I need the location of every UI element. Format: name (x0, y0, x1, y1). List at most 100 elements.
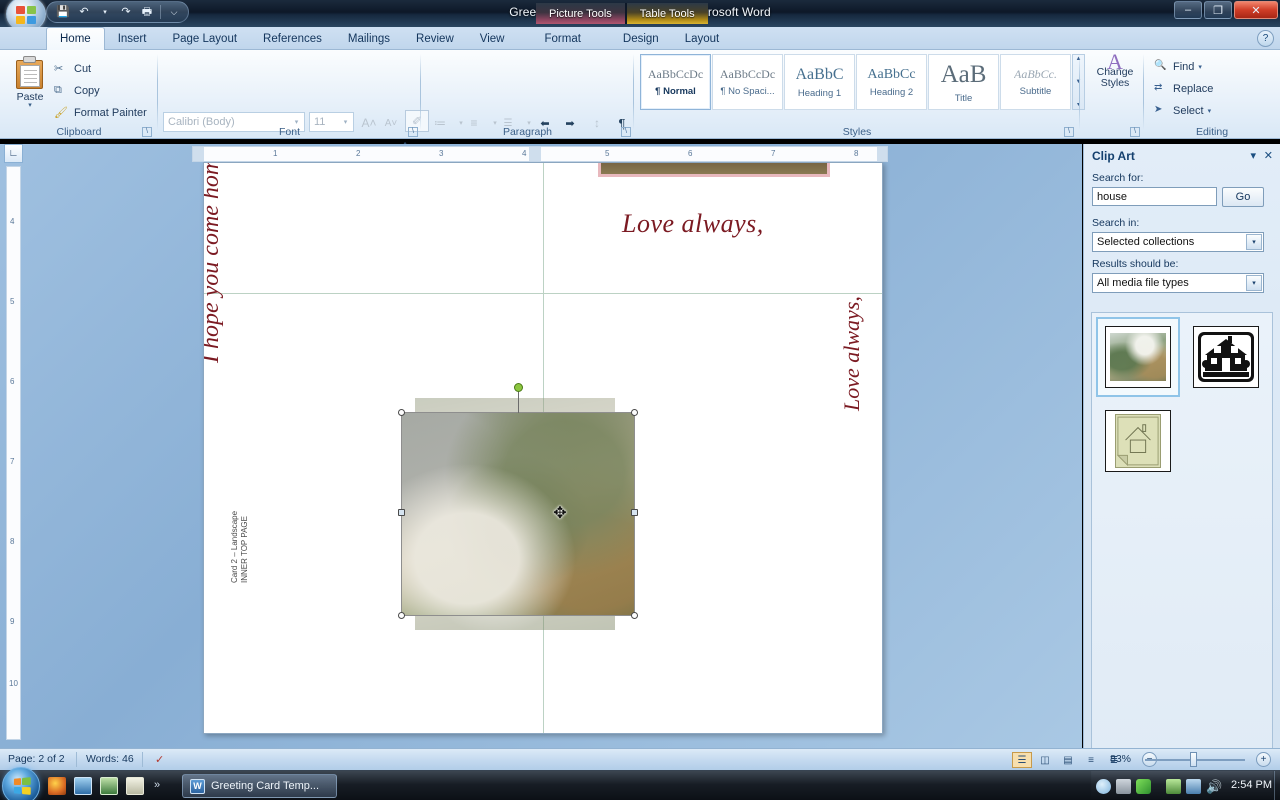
style-subtitle[interactable]: AaBbCc. Subtitle (1000, 54, 1071, 110)
paste-dropdown-icon[interactable]: ▾ (28, 102, 32, 109)
customize-qat-icon[interactable]: ⌵ (164, 3, 184, 21)
clipboard-dialog-launcher[interactable]: \ (142, 127, 152, 137)
group-font: Calibri (Body) ▾ 11 ▾ A˄ A˅ ✐ B I U ▾ ab… (158, 50, 429, 160)
search-input[interactable]: house (1092, 187, 1217, 206)
replace-button[interactable]: ⇄ Replace (1154, 80, 1213, 98)
taskbar-window-button-word[interactable]: W Greeting Card Temp... (182, 774, 337, 798)
resize-handle-tl[interactable] (398, 409, 405, 416)
paste-button[interactable]: Paste ▾ (8, 54, 52, 120)
media-player-icon[interactable] (100, 777, 118, 795)
find-button[interactable]: 🔍 Find ▾ (1154, 58, 1202, 76)
style-heading-1[interactable]: AaBbC Heading 1 (784, 54, 855, 110)
word-count[interactable]: Words: 46 (86, 753, 134, 765)
usb-safely-remove-icon[interactable] (1116, 779, 1131, 794)
notepad-icon[interactable] (126, 777, 144, 795)
clip-house-silhouette[interactable] (1184, 317, 1268, 397)
style-no-spacing[interactable]: AaBbCcDc ¶ No Spaci... (712, 54, 783, 110)
show-desktop-strip[interactable] (1274, 771, 1280, 800)
show-desktop-icon[interactable] (74, 777, 92, 795)
resize-handle-ml[interactable] (398, 509, 405, 516)
selected-picture[interactable] (398, 383, 638, 619)
message-right-text[interactable]: Love always, (839, 171, 865, 411)
go-button[interactable]: Go (1222, 187, 1264, 207)
undo-icon[interactable]: ↶ (74, 3, 94, 21)
message-left-text[interactable]: I hope you come home (204, 163, 225, 363)
styles-dialog-launcher[interactable]: \ (1064, 127, 1074, 137)
style-normal[interactable]: AaBbCcDc ¶ Normal (640, 54, 711, 110)
tab-format[interactable]: Format (531, 27, 593, 50)
clip-art-results-list[interactable] (1091, 312, 1273, 800)
tab-design[interactable]: Design (610, 27, 672, 50)
change-styles-button[interactable]: A Change Styles (1089, 51, 1141, 89)
select-dropdown-icon[interactable]: ▾ (1208, 107, 1212, 115)
tab-insert[interactable]: Insert (105, 27, 160, 50)
resize-handle-br[interactable] (631, 612, 638, 619)
clip-landscape-photo[interactable] (1096, 317, 1180, 397)
full-screen-reading-view-button[interactable]: ◫ (1035, 752, 1055, 768)
print-layout-view-button[interactable]: ☰ (1012, 752, 1032, 768)
style-preview: AaBbCc. (1014, 67, 1057, 81)
redo-icon[interactable]: ↷ (116, 3, 136, 21)
cut-button[interactable]: ✂ Cut (54, 60, 91, 78)
tab-layout[interactable]: Layout (672, 27, 733, 50)
tab-stop-selector[interactable]: ∟ (4, 144, 23, 163)
clip-house-blueprint[interactable] (1096, 401, 1180, 481)
tab-page-layout[interactable]: Page Layout (159, 27, 250, 50)
search-in-select[interactable]: Selected collections ▾ (1092, 232, 1264, 252)
styles-group-label: Styles (842, 126, 872, 138)
find-dropdown-icon[interactable]: ▾ (1198, 63, 1202, 71)
chevron-down-icon[interactable]: ▾ (1246, 234, 1262, 250)
resize-handle-mr[interactable] (631, 509, 638, 516)
maximize-button[interactable]: ❐ (1204, 1, 1232, 19)
start-button[interactable] (2, 767, 40, 800)
tab-home[interactable]: Home (46, 27, 105, 50)
battery-icon[interactable] (1166, 779, 1181, 794)
select-button[interactable]: ➤ Select ▾ (1154, 102, 1211, 120)
change-styles-launcher[interactable]: \ (1130, 127, 1140, 137)
style-heading-2[interactable]: AaBbCc Heading 2 (856, 54, 927, 110)
network-icon[interactable] (1186, 779, 1201, 794)
save-icon[interactable]: 💾 (53, 3, 73, 21)
zoom-slider-knob[interactable] (1190, 752, 1197, 767)
vertical-ruler[interactable]: 4 5 6 7 8 9 10 (6, 166, 21, 740)
horizontal-ruler[interactable]: 1 2 3 4 5 6 7 8 (192, 146, 888, 162)
ruler-tick-7: 7 (771, 149, 776, 158)
overflow-chevron-icon[interactable]: » (154, 779, 160, 791)
outline-view-button[interactable]: ≡ (1081, 752, 1101, 768)
office-button[interactable] (6, 0, 46, 27)
dropbox-icon[interactable] (1096, 779, 1111, 794)
help-icon[interactable]: ? (1257, 30, 1274, 47)
style-title[interactable]: AaB Title (928, 54, 999, 110)
taskbar-clock[interactable]: 2:54 PM (1231, 779, 1272, 791)
change-styles-line2: Styles (1100, 77, 1130, 89)
antivirus-icon[interactable] (1136, 779, 1151, 794)
resize-handle-tr[interactable] (631, 409, 638, 416)
greeting-top-text[interactable]: Love always, (622, 209, 764, 239)
tab-view[interactable]: View (467, 27, 518, 50)
undo-dropdown-icon[interactable]: ▾ (95, 3, 115, 21)
format-painter-button[interactable]: 🖌 Format Painter (54, 104, 147, 122)
print-preview-icon[interactable]: 🖶 (137, 3, 157, 21)
paragraph-dialog-launcher[interactable]: \ (621, 127, 631, 137)
rotation-handle[interactable] (514, 383, 523, 392)
results-type-select[interactable]: All media file types ▾ (1092, 273, 1264, 293)
firefox-icon[interactable] (48, 777, 66, 795)
tab-mailings[interactable]: Mailings (335, 27, 403, 50)
spell-check-icon[interactable]: ✓ (155, 753, 164, 766)
copy-button[interactable]: ⧉ Copy (54, 82, 100, 100)
pane-menu-icon[interactable]: ▾ (1250, 149, 1256, 162)
font-dialog-launcher[interactable]: \ (408, 127, 418, 137)
minimize-button[interactable]: – (1174, 1, 1202, 19)
chevron-down-icon[interactable]: ▾ (1246, 275, 1262, 291)
tab-references[interactable]: References (250, 27, 335, 50)
zoom-in-button[interactable]: + (1256, 752, 1271, 767)
tab-review[interactable]: Review (403, 27, 467, 50)
document-canvas[interactable]: Love always, Card 2 – Landscape INNER TO… (0, 144, 1082, 748)
volume-icon[interactable]: 🔊 (1206, 779, 1222, 794)
pane-close-icon[interactable]: ✕ (1264, 149, 1273, 162)
page-indicator[interactable]: Page: 2 of 2 (8, 753, 65, 765)
resize-handle-bl[interactable] (398, 612, 405, 619)
zoom-level[interactable]: 83% (1110, 753, 1131, 765)
close-button[interactable]: ✕ (1234, 1, 1278, 19)
web-layout-view-button[interactable]: ▤ (1058, 752, 1078, 768)
